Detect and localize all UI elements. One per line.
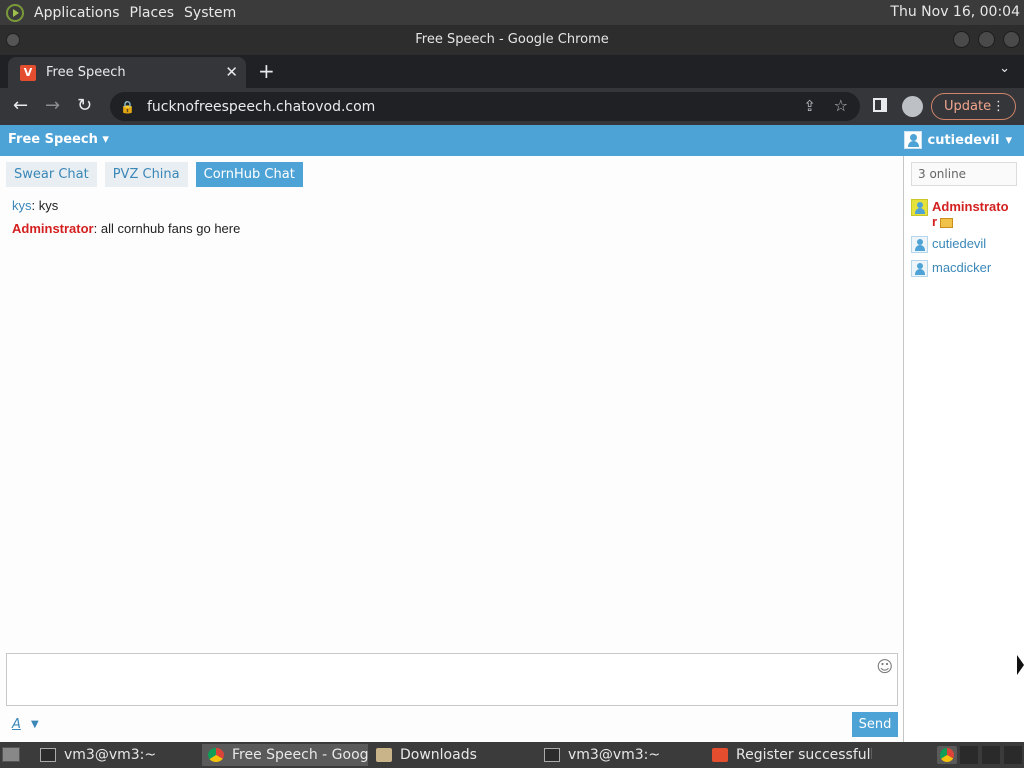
chat-message: kys: kys — [12, 198, 240, 221]
user-list-item[interactable]: macdicker — [911, 260, 991, 277]
update-label: Update — [944, 99, 992, 114]
bookmark-star-icon[interactable]: ☆ — [834, 96, 848, 115]
online-users-sidebar: 3 online Adminstrator cutiedevil macdick… — [905, 156, 1024, 742]
folder-icon — [376, 748, 392, 762]
user-list-item[interactable]: cutiedevil — [911, 236, 986, 253]
taskbar-item[interactable]: Register successfull ... — [706, 744, 872, 766]
taskbar-label: Downloads — [400, 747, 477, 763]
share-icon[interactable]: ⇪ — [803, 97, 816, 115]
user-avatar-icon — [911, 199, 928, 216]
room-tab-swear-chat[interactable]: Swear Chat — [6, 162, 97, 187]
chevron-down-icon: ▾ — [1005, 132, 1012, 148]
room-tab-cornhub-chat[interactable]: CornHub Chat — [195, 162, 303, 187]
taskbar-item[interactable]: Downloads — [370, 744, 536, 766]
room-tabs: Swear Chat PVZ China CornHub Chat — [6, 162, 303, 187]
taskbar-item[interactable]: vm3@vm3:~ — [34, 744, 200, 766]
chat-header: Free Speech ▾ cutiedevil ▾ — [0, 125, 1024, 156]
window-title: Free Speech - Google Chrome — [415, 32, 609, 47]
workspace-switcher-icon[interactable] — [960, 746, 978, 764]
text-format-icon[interactable]: A — [12, 717, 21, 732]
taskbar-item[interactable]: Free Speech - Goog... — [202, 744, 368, 766]
message-nick[interactable]: Adminstrator — [12, 221, 94, 236]
user-name: macdicker — [932, 260, 992, 275]
tray-chrome-icon[interactable] — [937, 746, 957, 764]
user-name: cutiedevil — [932, 236, 987, 251]
room-selector[interactable]: Free Speech ▾ — [8, 132, 109, 147]
close-tab-icon[interactable]: ✕ — [225, 63, 238, 81]
smiley-icon[interactable]: ☺ — [876, 657, 893, 676]
vivaldi-icon — [712, 748, 728, 762]
user-avatar-icon — [903, 131, 922, 149]
terminal-icon — [544, 748, 560, 762]
taskbar-label: vm3@vm3:~ — [64, 747, 157, 763]
new-tab-icon[interactable]: + — [258, 59, 275, 83]
show-desktop-icon[interactable] — [2, 747, 20, 762]
browser-toolbar: ← → ↻ 🔒 fucknofreespeech.chatovod.com ⇪ … — [0, 88, 1024, 125]
mouse-cursor-icon — [1017, 655, 1024, 675]
update-button[interactable]: Update ⋮ — [931, 93, 1016, 120]
chevron-down-icon[interactable]: ▼ — [31, 719, 39, 730]
taskbar-item[interactable]: vm3@vm3:~ — [538, 744, 704, 766]
tab-strip: V Free Speech ✕ + ⌄ — [0, 55, 1024, 88]
user-avatar-icon — [911, 260, 928, 277]
user-list-item[interactable]: Adminstrator — [911, 199, 1012, 229]
close-window-icon[interactable] — [1003, 31, 1020, 48]
send-button[interactable]: Send — [852, 712, 898, 737]
user-name: Adminstrator — [932, 199, 1009, 229]
panel-clock[interactable]: Thu Nov 16, 00:04 — [890, 0, 1020, 25]
browser-tab[interactable]: V Free Speech ✕ — [8, 57, 246, 88]
message-text: : kys — [31, 198, 59, 213]
reload-icon[interactable]: ↻ — [77, 95, 92, 116]
current-username: cutiedevil — [927, 132, 1000, 148]
chrome-icon — [208, 748, 224, 762]
bottom-taskbar: vm3@vm3:~ Free Speech - Goog... Download… — [0, 742, 1024, 768]
tab-title: Free Speech — [46, 65, 126, 80]
taskbar-label: Free Speech - Goog... — [232, 747, 368, 763]
terminal-icon — [40, 748, 56, 762]
maximize-icon[interactable] — [978, 31, 995, 48]
taskbar-label: Register successfull ... — [736, 747, 872, 763]
window-titlebar[interactable]: Free Speech - Google Chrome — [0, 25, 1024, 55]
user-menu[interactable]: cutiedevil ▾ — [903, 131, 1012, 149]
places-menu[interactable]: Places — [128, 5, 183, 21]
room-tab-pvz-china[interactable]: PVZ China — [104, 162, 188, 187]
system-menu[interactable]: System — [182, 5, 244, 21]
top-panel: Applications Places System Thu Nov 16, 0… — [0, 0, 1024, 25]
chevron-down-icon: ▾ — [102, 132, 109, 147]
distro-logo-icon[interactable] — [6, 3, 24, 22]
address-bar[interactable]: 🔒 fucknofreespeech.chatovod.com ⇪ ☆ — [110, 92, 860, 121]
tab-search-chevron-icon[interactable]: ⌄ — [999, 61, 1010, 76]
applications-menu[interactable]: Applications — [32, 5, 128, 21]
user-avatar-icon — [911, 236, 928, 253]
room-selector-label: Free Speech — [8, 132, 98, 147]
url-text[interactable]: fucknofreespeech.chatovod.com — [147, 99, 375, 115]
minimize-icon[interactable] — [953, 31, 970, 48]
message-text: : all cornhub fans go here — [93, 221, 241, 236]
window-menu-icon[interactable] — [6, 33, 20, 47]
chat-message: Adminstrator: all cornhub fans go here — [12, 221, 240, 244]
workspace-switcher-icon[interactable] — [982, 746, 1000, 764]
crown-icon — [940, 217, 954, 228]
lock-icon[interactable]: 🔒 — [120, 100, 135, 114]
chat-main: Swear Chat PVZ China CornHub Chat kys: k… — [0, 156, 904, 742]
site-favicon-icon: V — [20, 64, 36, 81]
side-panel-icon[interactable] — [873, 98, 887, 112]
profile-avatar-icon[interactable] — [902, 96, 923, 117]
message-nick[interactable]: kys — [12, 198, 32, 213]
message-list: kys: kys Adminstrator: all cornhub fans … — [12, 198, 240, 244]
taskbar-label: vm3@vm3:~ — [568, 747, 661, 763]
message-input[interactable]: ☺ — [6, 653, 898, 706]
online-count: 3 online — [911, 162, 1017, 186]
back-icon[interactable]: ← — [13, 95, 28, 116]
more-menu-icon[interactable]: ⋮ — [992, 94, 1005, 119]
forward-icon[interactable]: → — [45, 95, 60, 116]
workspace-switcher-icon[interactable] — [1004, 746, 1022, 764]
